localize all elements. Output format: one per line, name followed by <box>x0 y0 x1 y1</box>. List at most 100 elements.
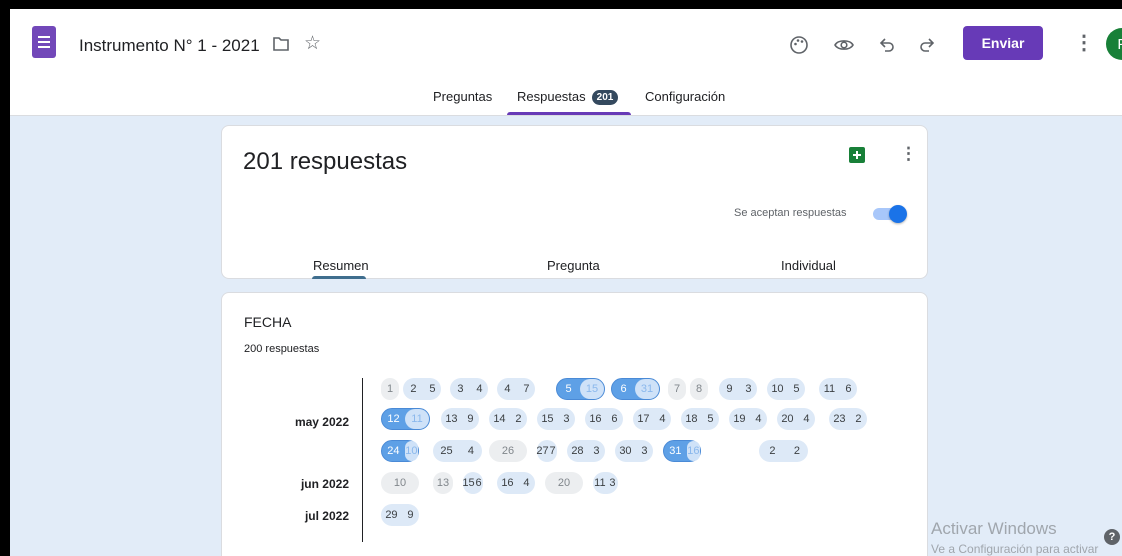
date-chip[interactable]: 12 11 <box>381 408 430 430</box>
date-chip-day: 25 <box>440 445 453 457</box>
subtab-individual[interactable]: Individual <box>781 258 836 273</box>
star-icon[interactable]: ☆ <box>304 34 321 53</box>
date-chip-count: 2 <box>793 445 801 457</box>
date-chip-count: 4 <box>523 477 530 489</box>
tab-settings[interactable]: Configuración <box>645 89 725 104</box>
responses-title: 201 respuestas <box>243 148 408 175</box>
date-chip-count: 7 <box>549 445 556 457</box>
tab-responses[interactable]: Respuestas 201 <box>517 89 619 105</box>
date-chip-day: 7 <box>673 383 681 395</box>
forms-logo-icon[interactable] <box>32 26 56 58</box>
date-chip[interactable]: 1 <box>381 378 399 400</box>
date-chip[interactable]: 15 3 <box>537 408 575 430</box>
date-chip[interactable]: 10 <box>381 472 419 494</box>
date-chip-day: 11 <box>823 383 836 395</box>
date-chip[interactable]: 47 <box>497 378 535 400</box>
date-chip[interactable]: 5 15 <box>556 378 605 400</box>
date-chip-day: 15 <box>541 413 554 425</box>
date-chip[interactable]: 19 4 <box>729 408 767 430</box>
date-chip-count: 3 <box>563 413 570 425</box>
date-chip[interactable]: 13 <box>433 472 453 494</box>
question-response-count: 200 respuestas <box>244 343 320 355</box>
subtab-summary[interactable]: Resumen <box>313 258 369 273</box>
date-chip-day: 16 <box>501 477 514 489</box>
date-chip-day: 16 <box>589 413 602 425</box>
date-chip[interactable]: 25 <box>403 378 441 400</box>
send-button[interactable]: Enviar <box>963 26 1043 60</box>
active-subtab-indicator <box>312 276 366 279</box>
date-chip[interactable]: 17 4 <box>633 408 671 430</box>
date-chip-day: 26 <box>501 445 515 457</box>
date-chip-count: 3 <box>745 383 752 395</box>
date-chip-day: 13 <box>445 413 458 425</box>
date-chip[interactable]: 20 <box>545 472 583 494</box>
form-title[interactable]: Instrumento N° 1 - 2021 <box>79 36 260 56</box>
timeline-divider <box>362 378 363 542</box>
date-chip[interactable]: 30 3 <box>615 440 653 462</box>
more-options-icon[interactable]: ⋮ <box>1074 33 1094 53</box>
date-chip-day: 28 <box>571 445 584 457</box>
date-chip-day: 2 <box>769 445 776 457</box>
date-chip[interactable]: 10 5 <box>767 378 805 400</box>
month-label-jun: jun 2022 <box>300 477 349 491</box>
date-chip-count: 3 <box>593 445 600 457</box>
month-label-may: may 2022 <box>294 415 349 429</box>
date-chip[interactable]: 14 2 <box>489 408 527 430</box>
date-chip[interactable]: 13 9 <box>441 408 479 430</box>
date-chip[interactable]: 29 9 <box>381 504 419 526</box>
month-label-jul: jul 2022 <box>304 509 349 523</box>
undo-icon[interactable] <box>875 33 899 57</box>
accepting-responses-toggle[interactable] <box>873 205 907 223</box>
date-chip-day: 17 <box>637 413 650 425</box>
date-chip-count: 2 <box>515 413 522 425</box>
tab-questions[interactable]: Preguntas <box>433 89 492 104</box>
date-chip[interactable]: 16 6 <box>585 408 623 430</box>
date-chip[interactable]: 6 31 <box>611 378 660 400</box>
date-chip-count: 6 <box>845 383 852 395</box>
date-chip-day: 12 <box>387 413 400 425</box>
date-chip[interactable]: 28 3 <box>567 440 605 462</box>
folder-icon[interactable] <box>272 36 290 52</box>
date-chip[interactable]: 24 10 <box>381 440 419 462</box>
date-chip[interactable]: 22 <box>759 440 808 462</box>
date-chip-count: 16 <box>686 441 700 461</box>
date-chip[interactable]: 20 4 <box>777 408 815 430</box>
subtab-question[interactable]: Pregunta <box>547 258 600 273</box>
question-summary-card: FECHA 200 respuestas may 2022 jun 2022 j… <box>221 292 928 556</box>
date-chip[interactable]: 16 4 <box>497 472 535 494</box>
preview-eye-icon[interactable] <box>832 33 856 57</box>
date-chip-count: 9 <box>407 509 414 521</box>
redo-icon[interactable] <box>915 33 939 57</box>
date-chip[interactable]: 93 <box>719 378 757 400</box>
date-chip-count: 7 <box>523 383 530 395</box>
date-chip[interactable]: 27 7 <box>536 440 557 462</box>
date-chip[interactable]: 15 6 <box>462 472 483 494</box>
date-chip-count: 11 <box>405 409 429 429</box>
date-chip[interactable]: 11 3 <box>593 472 618 494</box>
help-icon[interactable]: ? <box>1104 529 1120 545</box>
date-chip-day: 20 <box>781 413 794 425</box>
date-chip-day: 9 <box>726 383 733 395</box>
date-chip-count: 4 <box>659 413 666 425</box>
responses-menu-icon[interactable]: ⋮ <box>900 144 917 164</box>
date-chip[interactable]: 34 <box>450 378 488 400</box>
question-title: FECHA <box>244 314 292 330</box>
date-chip-day: 24 <box>387 445 400 457</box>
date-chip-day: 20 <box>557 477 571 489</box>
date-chip-day: 5 <box>565 383 572 395</box>
sheets-icon[interactable] <box>849 147 865 163</box>
date-chip[interactable]: 18 5 <box>681 408 719 430</box>
date-chip[interactable]: 23 2 <box>829 408 867 430</box>
app-header: Instrumento N° 1 - 2021 ☆ Enviar ⋮ F Pre… <box>10 9 1122 116</box>
date-chip-count: 4 <box>803 413 810 425</box>
date-chip[interactable]: 31 16 <box>663 440 701 462</box>
date-chip[interactable]: 11 6 <box>819 378 857 400</box>
avatar[interactable]: F <box>1106 28 1122 60</box>
date-chip[interactable]: 26 <box>489 440 527 462</box>
date-chip[interactable]: 25 4 <box>433 440 482 462</box>
date-chip[interactable]: 7 <box>668 378 686 400</box>
activation-watermark-title: Activar Windows <box>931 519 1057 538</box>
date-chip-day: 11 <box>594 477 606 489</box>
date-chip[interactable]: 8 <box>690 378 708 400</box>
palette-icon[interactable] <box>787 33 811 57</box>
